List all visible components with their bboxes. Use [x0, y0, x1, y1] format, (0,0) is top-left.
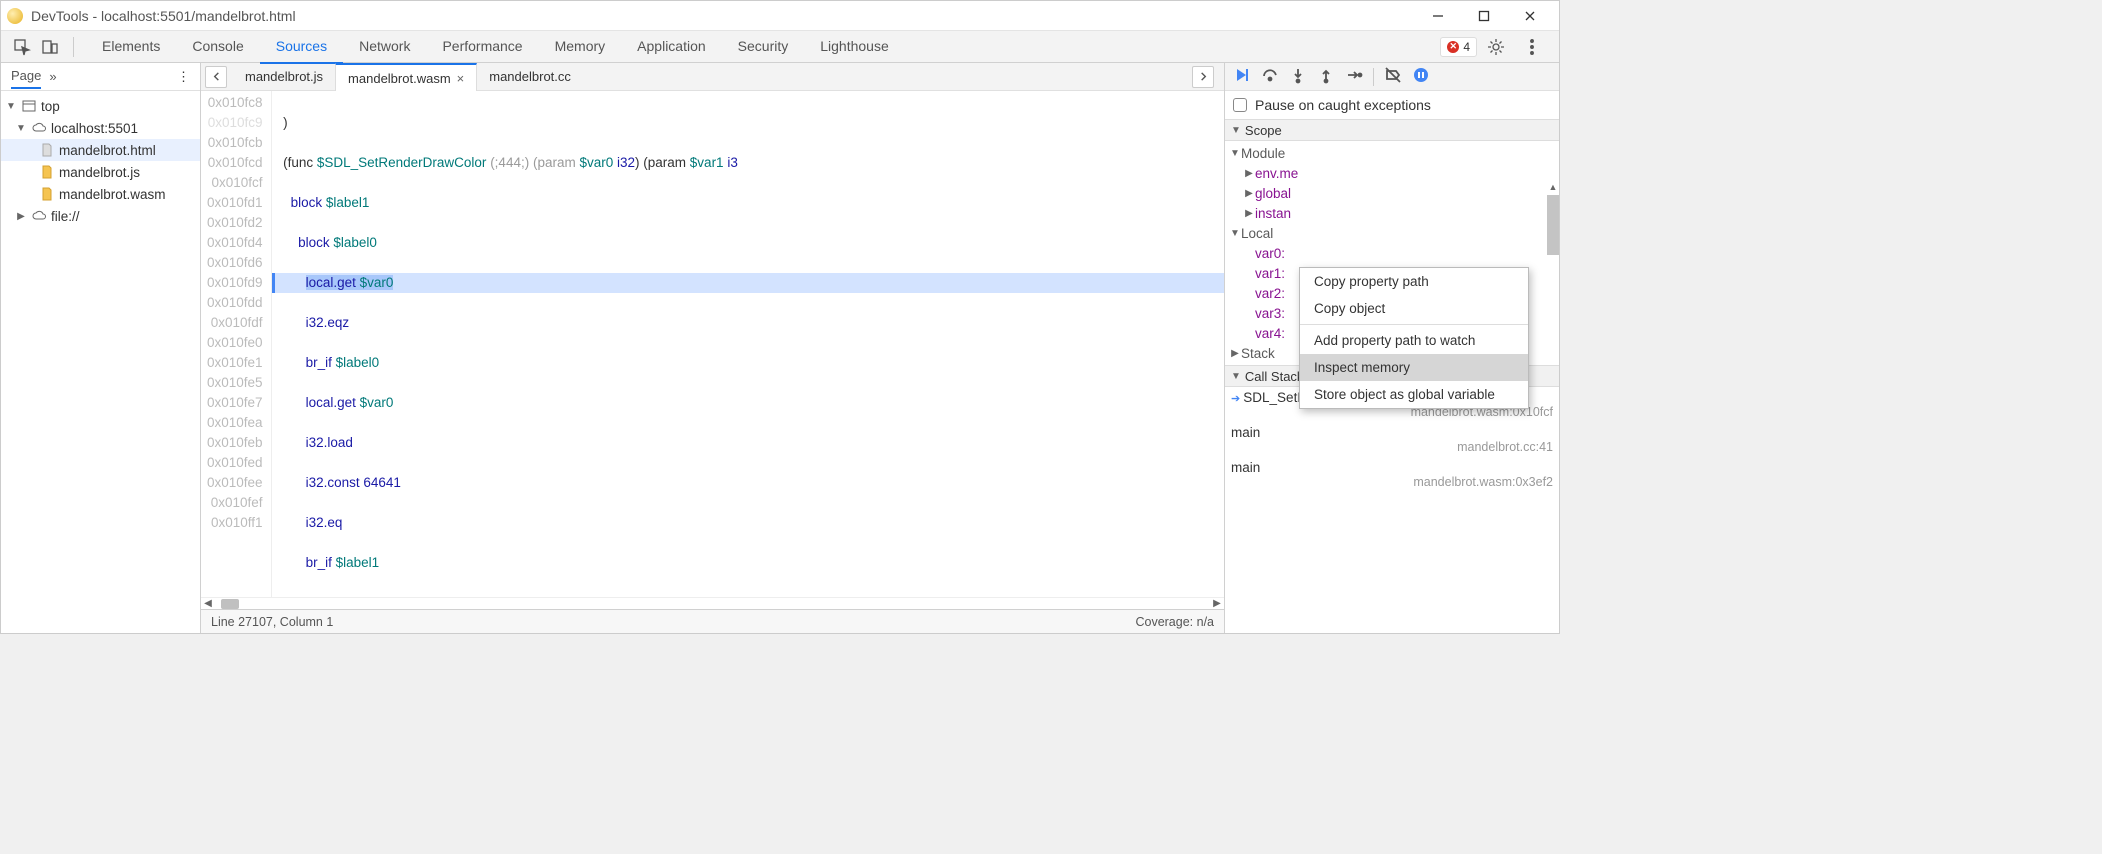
execution-line: local.get: [306, 275, 360, 290]
inspect-element-icon[interactable]: [11, 36, 33, 58]
tree-file-html[interactable]: mandelbrot.html: [1, 139, 200, 161]
minimize-button[interactable]: [1415, 4, 1461, 27]
cloud-icon: [31, 120, 47, 136]
cursor-position: Line 27107, Column 1: [211, 615, 333, 629]
step-over-icon[interactable]: [1261, 66, 1279, 87]
step-into-icon[interactable]: [1289, 66, 1307, 87]
gutter: 0x010fc80x010fc90x010fcb0x010fcd0x010fcf…: [201, 91, 272, 597]
tree-file-js[interactable]: mandelbrot.js: [1, 161, 200, 183]
editor-tabs: mandelbrot.js mandelbrot.wasm× mandelbro…: [201, 63, 1224, 91]
context-menu: Copy property path Copy object Add prope…: [1299, 267, 1529, 409]
step-out-icon[interactable]: [1317, 66, 1335, 87]
status-bar: Line 27107, Column 1 Coverage: n/a: [201, 609, 1224, 633]
scope-local[interactable]: ▼Local: [1229, 223, 1559, 243]
scope-module[interactable]: ▼Module: [1229, 143, 1559, 163]
tree-file-scheme[interactable]: ▶file://: [1, 205, 200, 227]
cloud-icon: [31, 208, 47, 224]
separator: [73, 37, 74, 57]
tab-console[interactable]: Console: [176, 31, 259, 63]
tab-network[interactable]: Network: [343, 31, 426, 63]
panel-tabs: Elements Console Sources Network Perform…: [86, 31, 905, 63]
tab-performance[interactable]: Performance: [426, 31, 538, 63]
scope-item[interactable]: ▶instan: [1229, 203, 1559, 223]
tab-elements[interactable]: Elements: [86, 31, 176, 63]
separator: [1373, 68, 1374, 86]
devtools-window: DevTools - localhost:5501/mandelbrot.htm…: [0, 0, 1560, 634]
main-area: Page » ⋮ ▼top ▼localhost:5501 mandelbrot…: [1, 63, 1559, 633]
scope-header[interactable]: ▼Scope: [1225, 119, 1559, 141]
close-button[interactable]: [1507, 4, 1553, 27]
debugger-toolbar: [1225, 63, 1559, 91]
nav-back-icon[interactable]: [205, 66, 227, 88]
close-tab-icon[interactable]: ×: [457, 71, 465, 86]
scope-item[interactable]: ▶global: [1229, 183, 1559, 203]
window-icon: [21, 98, 37, 114]
more-menu-icon[interactable]: [1521, 36, 1543, 58]
tab-security[interactable]: Security: [722, 31, 805, 63]
navigator-more-icon[interactable]: »: [49, 69, 56, 84]
file-tree: ▼top ▼localhost:5501 mandelbrot.html man…: [1, 91, 200, 633]
tab-sources[interactable]: Sources: [260, 31, 343, 63]
deactivate-breakpoints-icon[interactable]: [1384, 66, 1402, 87]
devtools-icon: [7, 8, 23, 24]
callstack-frame[interactable]: mainmandelbrot.wasm:0x3ef2: [1225, 457, 1559, 492]
scope-item[interactable]: ▶env.me: [1229, 163, 1559, 183]
code-view[interactable]: 0x010fc80x010fc90x010fcb0x010fcd0x010fcf…: [201, 91, 1224, 597]
horizontal-scrollbar[interactable]: ◀▶: [201, 597, 1224, 609]
tree-host[interactable]: ▼localhost:5501: [1, 117, 200, 139]
file-tab-wasm[interactable]: mandelbrot.wasm×: [335, 63, 477, 91]
ctx-add-watch[interactable]: Add property path to watch: [1300, 327, 1528, 354]
tab-application[interactable]: Application: [621, 31, 722, 63]
file-icon: [39, 186, 55, 202]
callstack-frame[interactable]: mainmandelbrot.cc:41: [1225, 422, 1559, 457]
window-title: DevTools - localhost:5501/mandelbrot.htm…: [31, 8, 296, 24]
debugger-pane: Pause on caught exceptions ▼Scope ▼Modul…: [1225, 63, 1559, 633]
settings-icon[interactable]: [1485, 36, 1507, 58]
ctx-copy-path[interactable]: Copy property path: [1300, 268, 1528, 295]
file-tab-cc[interactable]: mandelbrot.cc: [477, 63, 583, 91]
checkbox-icon[interactable]: [1233, 98, 1247, 112]
maximize-button[interactable]: [1461, 4, 1507, 27]
device-toolbar-icon[interactable]: [39, 36, 61, 58]
ctx-copy-object[interactable]: Copy object: [1300, 295, 1528, 322]
tree-top[interactable]: ▼top: [1, 95, 200, 117]
ctx-store-global[interactable]: Store object as global variable: [1300, 381, 1528, 408]
vertical-scrollbar[interactable]: ▲: [1547, 181, 1559, 441]
file-icon: [39, 164, 55, 180]
nav-forward-icon[interactable]: [1192, 66, 1214, 88]
file-tab-js[interactable]: mandelbrot.js: [233, 63, 335, 91]
titlebar: DevTools - localhost:5501/mandelbrot.htm…: [1, 1, 1559, 31]
editor-pane: mandelbrot.js mandelbrot.wasm× mandelbro…: [201, 63, 1225, 633]
tab-memory[interactable]: Memory: [539, 31, 622, 63]
scope-var[interactable]: var0:: [1229, 243, 1559, 263]
navigator-pane: Page » ⋮ ▼top ▼localhost:5501 mandelbrot…: [1, 63, 201, 633]
resume-icon[interactable]: [1233, 66, 1251, 87]
separator: [1300, 324, 1528, 325]
panel-toolbar: Elements Console Sources Network Perform…: [1, 31, 1559, 63]
navigator-header: Page » ⋮: [1, 63, 200, 91]
file-icon: [39, 142, 55, 158]
navigator-menu-icon[interactable]: ⋮: [177, 69, 190, 85]
tree-file-wasm[interactable]: mandelbrot.wasm: [1, 183, 200, 205]
tab-lighthouse[interactable]: Lighthouse: [804, 31, 905, 63]
code-lines: ) (func $SDL_SetRenderDrawColor (;444;) …: [272, 91, 1224, 597]
step-icon[interactable]: [1345, 66, 1363, 87]
error-counter[interactable]: ✕4: [1440, 37, 1477, 57]
navigator-tab-page[interactable]: Page: [11, 68, 41, 89]
pause-exceptions-icon[interactable]: [1412, 66, 1430, 87]
pause-caught-row[interactable]: Pause on caught exceptions: [1225, 91, 1559, 119]
ctx-inspect-memory[interactable]: Inspect memory: [1300, 354, 1528, 381]
coverage-status: Coverage: n/a: [1135, 615, 1214, 629]
